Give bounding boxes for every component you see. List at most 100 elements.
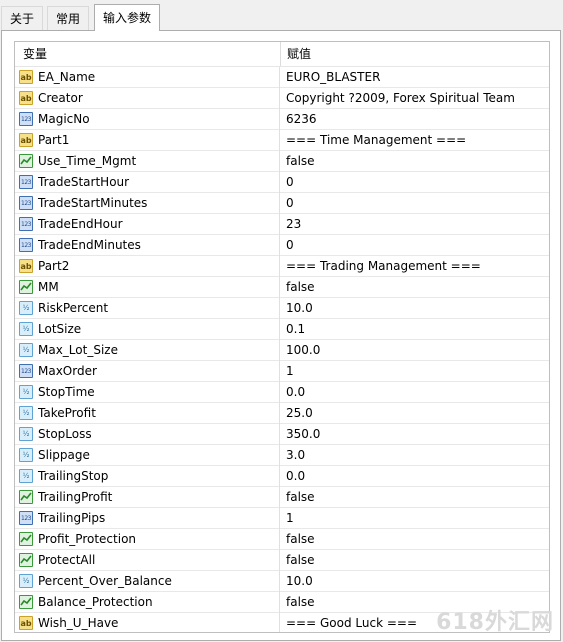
parameter-row[interactable]: ½ Max_Lot_Size 100.0 bbox=[15, 340, 549, 361]
parameter-value-cell[interactable]: Copyright ?2009, Forex Spiritual Team bbox=[281, 88, 549, 109]
parameter-value-cell[interactable]: 350.0 bbox=[281, 424, 549, 445]
parameter-value-cell[interactable]: 0 bbox=[281, 193, 549, 214]
parameter-name: TrailingProfit bbox=[38, 490, 113, 504]
parameter-row[interactable]: ½ StopLoss 350.0 bbox=[15, 424, 549, 445]
parameter-value-cell[interactable]: false bbox=[281, 529, 549, 550]
parameter-row[interactable]: ½ StopTime 0.0 bbox=[15, 382, 549, 403]
parameter-variable-cell: 123 TradeStartHour bbox=[15, 172, 280, 193]
parameter-row[interactable]: Profit_Protection false bbox=[15, 529, 549, 550]
parameter-value-cell[interactable]: === Time Management === bbox=[281, 130, 549, 151]
parameter-value-cell[interactable]: === Trading Management === bbox=[281, 256, 549, 277]
string-type-icon: ab bbox=[19, 616, 33, 630]
double-type-icon: ½ bbox=[19, 427, 33, 441]
double-type-icon: ½ bbox=[19, 322, 33, 336]
integer-type-icon: 123 bbox=[19, 175, 33, 189]
integer-type-icon: 123 bbox=[19, 511, 33, 525]
parameter-value-cell[interactable]: 0.0 bbox=[281, 466, 549, 487]
parameter-name: MaxOrder bbox=[38, 364, 97, 378]
parameter-row[interactable]: ab Creator Copyright ?2009, Forex Spiritua… bbox=[15, 88, 549, 109]
parameter-row[interactable]: ab Part2 === Trading Management === bbox=[15, 256, 549, 277]
parameter-row[interactable]: 123 TradeStartHour 0 bbox=[15, 172, 549, 193]
parameters-grid[interactable]: 变量 赋值 ab EA_Name EURO_BLASTER ab Creator Copy… bbox=[14, 41, 550, 633]
parameter-row[interactable]: ½ TakeProfit 25.0 bbox=[15, 403, 549, 424]
boolean-type-icon bbox=[19, 553, 33, 567]
tab-about[interactable]: 关于 bbox=[1, 6, 44, 30]
parameter-value-cell[interactable]: 1 bbox=[281, 508, 549, 529]
parameter-value-cell[interactable]: false bbox=[281, 487, 549, 508]
string-type-icon: ab bbox=[19, 70, 33, 84]
parameter-value-cell[interactable]: 10.0 bbox=[281, 571, 549, 592]
parameter-name: Creator bbox=[38, 91, 83, 105]
parameter-value-cell[interactable]: 25.0 bbox=[281, 403, 549, 424]
parameter-name: Part1 bbox=[38, 133, 70, 147]
parameter-row[interactable]: ½ RiskPercent 10.0 bbox=[15, 298, 549, 319]
parameter-name: Slippage bbox=[38, 448, 90, 462]
parameter-row[interactable]: Balance_Protection false bbox=[15, 592, 549, 613]
parameter-value-cell[interactable]: === Good Luck === bbox=[281, 613, 549, 632]
parameter-row[interactable]: 123 TradeStartMinutes 0 bbox=[15, 193, 549, 214]
parameter-row[interactable]: ProtectAll false bbox=[15, 550, 549, 571]
parameter-row[interactable]: 123 TradeEndMinutes 0 bbox=[15, 235, 549, 256]
parameter-row[interactable]: ½ Percent_Over_Balance 10.0 bbox=[15, 571, 549, 592]
parameter-value-cell[interactable]: false bbox=[281, 550, 549, 571]
parameter-variable-cell: 123 TradeEndMinutes bbox=[15, 235, 280, 256]
parameter-value-cell[interactable]: false bbox=[281, 277, 549, 298]
parameter-row[interactable]: 123 MaxOrder 1 bbox=[15, 361, 549, 382]
parameter-value-cell[interactable]: 6236 bbox=[281, 109, 549, 130]
parameter-row[interactable]: ab Wish_U_Have === Good Luck === bbox=[15, 613, 549, 632]
parameter-variable-cell: ½ TakeProfit bbox=[15, 403, 280, 424]
parameter-row[interactable]: 123 TrailingPips 1 bbox=[15, 508, 549, 529]
parameter-name: TradeEndMinutes bbox=[38, 238, 141, 252]
parameter-name: RiskPercent bbox=[38, 301, 109, 315]
integer-type-icon: 123 bbox=[19, 238, 33, 252]
parameter-variable-cell: ½ RiskPercent bbox=[15, 298, 280, 319]
parameter-variable-cell: ½ TrailingStop bbox=[15, 466, 280, 487]
double-type-icon: ½ bbox=[19, 574, 33, 588]
parameter-row[interactable]: TrailingProfit false bbox=[15, 487, 549, 508]
parameter-value-cell[interactable]: 100.0 bbox=[281, 340, 549, 361]
parameter-value-cell[interactable]: 23 bbox=[281, 214, 549, 235]
parameter-value-cell[interactable]: false bbox=[281, 151, 549, 172]
parameter-value-cell[interactable]: 0.0 bbox=[281, 382, 549, 403]
parameter-row[interactable]: ab EA_Name EURO_BLASTER bbox=[15, 67, 549, 88]
parameter-name: EA_Name bbox=[38, 70, 96, 84]
parameter-name: StopTime bbox=[38, 385, 95, 399]
parameter-value-cell[interactable]: 10.0 bbox=[281, 298, 549, 319]
parameter-row[interactable]: MM false bbox=[15, 277, 549, 298]
parameter-value-cell[interactable]: 0 bbox=[281, 172, 549, 193]
column-header-value[interactable]: 赋值 bbox=[287, 42, 311, 66]
parameter-value-cell[interactable]: EURO_BLASTER bbox=[281, 67, 549, 88]
tab-input-parameters[interactable]: 输入参数 bbox=[94, 4, 161, 31]
parameter-variable-cell: Balance_Protection bbox=[15, 592, 280, 613]
boolean-type-icon bbox=[19, 532, 33, 546]
parameter-value-cell[interactable]: false bbox=[281, 592, 549, 613]
grid-body: ab EA_Name EURO_BLASTER ab Creator Copyright … bbox=[15, 67, 549, 632]
boolean-type-icon bbox=[19, 154, 33, 168]
double-type-icon: ½ bbox=[19, 385, 33, 399]
parameter-variable-cell: ab Part1 bbox=[15, 130, 280, 151]
parameter-variable-cell: ab EA_Name bbox=[15, 67, 280, 88]
column-divider[interactable] bbox=[280, 42, 281, 66]
parameter-name: MM bbox=[38, 280, 59, 294]
parameter-row[interactable]: ½ LotSize 0.1 bbox=[15, 319, 549, 340]
parameter-value-cell[interactable]: 3.0 bbox=[281, 445, 549, 466]
parameter-name: TakeProfit bbox=[38, 406, 96, 420]
grid-header: 变量 赋值 bbox=[15, 42, 549, 67]
parameter-variable-cell: Use_Time_Mgmt bbox=[15, 151, 280, 172]
parameter-variable-cell: ½ Percent_Over_Balance bbox=[15, 571, 280, 592]
parameter-row[interactable]: ½ Slippage 3.0 bbox=[15, 445, 549, 466]
parameter-row[interactable]: 123 MagicNo 6236 bbox=[15, 109, 549, 130]
parameter-value-cell[interactable]: 1 bbox=[281, 361, 549, 382]
parameter-row[interactable]: ½ TrailingStop 0.0 bbox=[15, 466, 549, 487]
parameter-name: TradeStartHour bbox=[38, 175, 130, 189]
parameter-name: Profit_Protection bbox=[38, 532, 137, 546]
parameter-row[interactable]: Use_Time_Mgmt false bbox=[15, 151, 549, 172]
parameter-value-cell[interactable]: 0.1 bbox=[281, 319, 549, 340]
parameter-value-cell[interactable]: 0 bbox=[281, 235, 549, 256]
parameter-row[interactable]: 123 TradeEndHour 23 bbox=[15, 214, 549, 235]
tab-common[interactable]: 常用 bbox=[47, 6, 90, 30]
parameter-row[interactable]: ab Part1 === Time Management === bbox=[15, 130, 549, 151]
parameter-name: TradeStartMinutes bbox=[38, 196, 148, 210]
column-header-variable[interactable]: 变量 bbox=[23, 42, 47, 66]
string-type-icon: ab bbox=[19, 259, 33, 273]
